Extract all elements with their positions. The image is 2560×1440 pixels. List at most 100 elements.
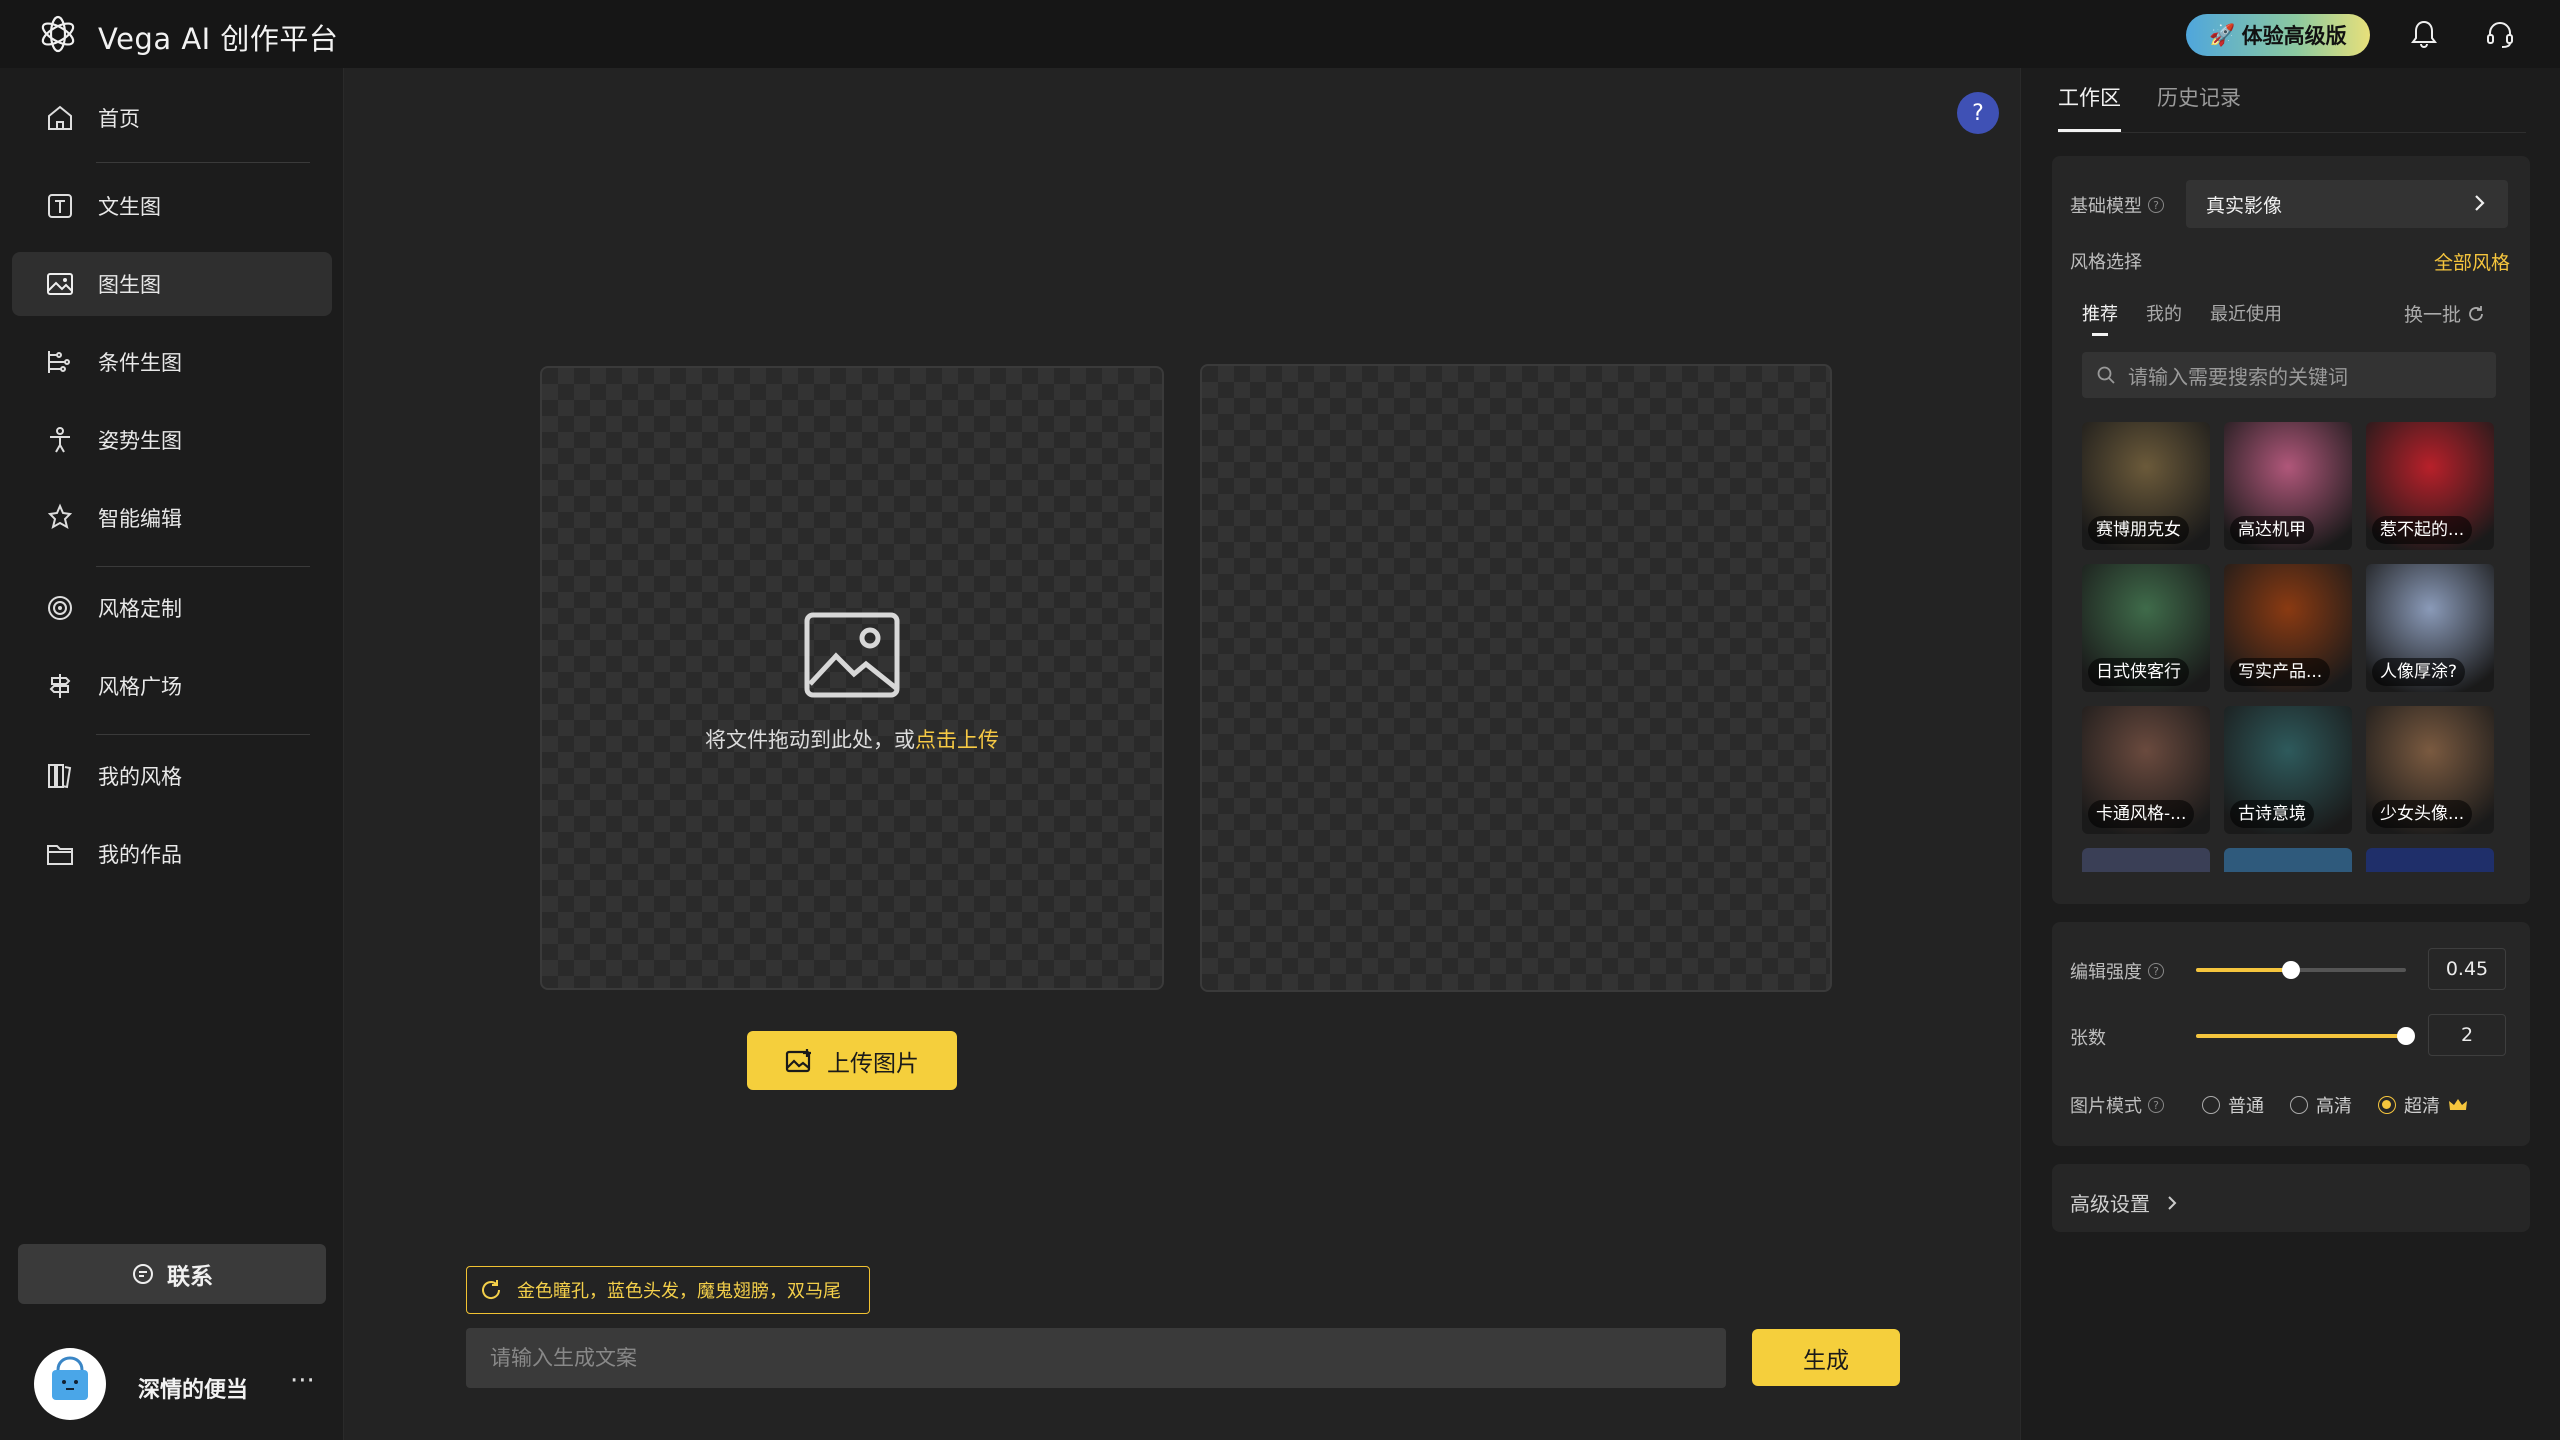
style-thumbnail[interactable]: 高达机甲 <box>2224 422 2352 550</box>
image-mode-group: 普通 高清 超清 <box>2202 1092 2468 1118</box>
style-thumbnail[interactable]: 赛博朋克女 <box>2082 422 2210 550</box>
generate-button[interactable]: 生成 <box>1752 1329 1900 1386</box>
tab-mine[interactable]: 我的 <box>2146 300 2182 326</box>
tab-history[interactable]: 历史记录 <box>2157 82 2241 132</box>
tab-workspace[interactable]: 工作区 <box>2058 82 2121 132</box>
upgrade-label: 体验高级版 <box>2241 24 2347 48</box>
magic-edit-icon <box>44 502 76 534</box>
avatar[interactable] <box>34 1348 106 1420</box>
sidebar-item-my-styles[interactable]: 我的风格 <box>12 744 332 808</box>
style-thumbnail[interactable] <box>2224 848 2352 872</box>
upload-image-icon <box>785 1048 811 1072</box>
sidebar-item-label: 风格定制 <box>98 597 182 621</box>
upload-dropzone[interactable]: 将文件拖动到此处，或点击上传 <box>540 366 1164 990</box>
sidebar-item-image-to-image[interactable]: 图生图 <box>12 252 332 316</box>
help-circle-icon[interactable]: ? <box>2148 197 2164 213</box>
base-model-select[interactable]: 真实影像 <box>2186 180 2508 228</box>
upload-image-label: 上传图片 <box>827 1050 919 1077</box>
sidebar-item-label: 姿势生图 <box>98 429 182 453</box>
upgrade-button[interactable]: 🚀 体验高级版 <box>2186 14 2370 56</box>
slider-handle[interactable] <box>2397 1027 2415 1045</box>
chevron-right-icon <box>2168 1195 2177 1210</box>
tab-recommended[interactable]: 推荐 <box>2082 300 2118 336</box>
style-thumbnail[interactable]: 人像厚涂? <box>2366 564 2494 692</box>
radio-label: 高清 <box>2316 1096 2352 1117</box>
bell-icon[interactable] <box>2408 18 2440 50</box>
style-thumbnail-label: 人像厚涂? <box>2372 658 2466 686</box>
image-mode-label-text: 图片模式 <box>2070 1096 2142 1117</box>
style-thumbnail-label: 高达机甲 <box>2230 516 2314 544</box>
style-thumbnail[interactable]: 惹不起的... <box>2366 422 2494 550</box>
sidebar-item-label: 风格广场 <box>98 675 182 699</box>
style-thumbnail-label: 少女头像... <box>2372 800 2473 828</box>
suggestion-chip[interactable]: 金色瞳孔，蓝色头发，魔鬼翅膀，双马尾 <box>466 1266 870 1314</box>
sidebar-item-magic-edit[interactable]: 智能编辑 <box>12 486 332 550</box>
edit-strength-label: 编辑强度 ? <box>2070 958 2164 984</box>
top-bar: Vega AI 创作平台 🚀 体验高级版 <box>0 0 2560 68</box>
style-thumbnail[interactable]: 古诗意境 <box>2224 706 2352 834</box>
divider <box>96 162 310 163</box>
sidebar-item-label: 文生图 <box>98 195 161 219</box>
refresh-batch-button[interactable]: 换一批 <box>2404 300 2485 327</box>
style-thumbnail[interactable]: 卡通风格-... <box>2082 706 2210 834</box>
count-label: 张数 <box>2070 1028 2106 1049</box>
radio-normal[interactable]: 普通 <box>2202 1092 2264 1118</box>
style-thumbnails: 赛博朋克女 高达机甲 惹不起的... 日式侠客行 写实产品... 人像厚涂? 卡通风格-..… <box>2082 422 2496 872</box>
refresh-icon <box>482 1280 501 1299</box>
headset-icon[interactable] <box>2484 18 2516 50</box>
upload-image-button[interactable]: 上传图片 <box>747 1031 957 1090</box>
radio-circle <box>2202 1096 2220 1114</box>
divider <box>2058 132 2526 133</box>
contact-button[interactable]: 联系 <box>18 1244 326 1304</box>
advanced-settings[interactable]: 高级设置 <box>2070 1188 2180 1217</box>
style-thumbnail[interactable] <box>2082 848 2210 872</box>
pose-icon <box>44 424 76 456</box>
help-icon[interactable]: ? <box>1957 92 1999 134</box>
sidebar-item-condition[interactable]: 条件生图 <box>12 330 332 394</box>
sidebar-item-label: 条件生图 <box>98 351 182 375</box>
radio-hd[interactable]: 高清 <box>2290 1092 2352 1118</box>
edit-strength-label-text: 编辑强度 <box>2070 962 2142 983</box>
image-mode-label: 图片模式 ? <box>2070 1092 2164 1118</box>
edit-strength-slider[interactable] <box>2196 961 2406 979</box>
all-styles-link[interactable]: 全部风格 <box>2434 248 2510 275</box>
tab-recent[interactable]: 最近使用 <box>2210 300 2282 326</box>
refresh-batch-label: 换一批 <box>2404 304 2462 326</box>
style-search[interactable]: 请输入需要搜索的关键词 <box>2082 352 2496 398</box>
edit-strength-value[interactable]: 0.45 <box>2428 948 2506 990</box>
style-thumbnail[interactable]: 日式侠客行 <box>2082 564 2210 692</box>
count-slider[interactable] <box>2196 1027 2415 1045</box>
count-value[interactable]: 2 <box>2428 1014 2506 1056</box>
sidebar-item-label: 我的风格 <box>98 765 182 789</box>
atom-logo-icon[interactable] <box>38 14 78 54</box>
help-circle-icon[interactable]: ? <box>2148 1097 2164 1113</box>
more-icon[interactable]: ··· <box>290 1366 315 1396</box>
click-upload-link[interactable]: 点击上传 <box>915 728 999 752</box>
panel-tabs: 工作区 历史记录 <box>2058 82 2241 132</box>
username: 深情的便当 <box>138 1378 249 1403</box>
advanced-label: 高级设置 <box>2070 1192 2150 1216</box>
sidebar-item-text-to-image[interactable]: 文生图 <box>12 174 332 238</box>
sidebar-item-style-custom[interactable]: 风格定制 <box>12 576 332 640</box>
style-thumbnail[interactable] <box>2366 848 2494 872</box>
sidebar-item-pose[interactable]: 姿势生图 <box>12 408 332 472</box>
style-tabs: 推荐 我的 最近使用 <box>2082 300 2282 336</box>
sidebar-item-my-works[interactable]: 我的作品 <box>12 822 332 886</box>
sidebar-item-style-plaza[interactable]: 风格广场 <box>12 654 332 718</box>
style-thumbnail[interactable]: 写实产品... <box>2224 564 2352 692</box>
prompt-input[interactable] <box>466 1328 1726 1388</box>
sidebar: 首页 文生图 图生图 条件生图 姿势生图 智能编辑 风格定制 风格广场 我的风格… <box>0 68 344 1440</box>
sidebar-item-home[interactable]: 首页 <box>12 86 332 150</box>
style-thumbnail-label: 日式侠客行 <box>2088 658 2189 686</box>
style-thumbnail[interactable]: 少女头像... <box>2366 706 2494 834</box>
help-circle-icon[interactable]: ? <box>2148 963 2164 979</box>
signpost-icon <box>44 670 76 702</box>
style-select-label: 风格选择 <box>2070 252 2142 273</box>
divider <box>96 734 310 735</box>
radio-label: 普通 <box>2228 1096 2264 1117</box>
user-row: 深情的便当 ··· <box>34 1348 334 1422</box>
radio-ultra-hd[interactable]: 超清 <box>2378 1092 2468 1118</box>
base-model-value: 真实影像 <box>2206 194 2283 217</box>
slider-fill <box>2196 968 2291 972</box>
slider-handle[interactable] <box>2281 961 2300 979</box>
